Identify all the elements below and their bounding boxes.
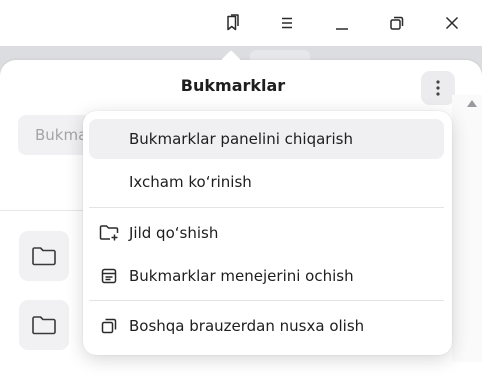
scroll-area — [452, 95, 482, 362]
minimize-icon[interactable] — [327, 8, 357, 38]
bookmark-manager-icon — [99, 267, 119, 285]
menu-item-show-bookmarks-bar[interactable]: Bukmarklar panelini chiqarish — [89, 119, 444, 159]
bookmarks-context-menu: Bukmarklar panelini chiqarish Ixcham ko‘… — [83, 111, 452, 355]
restore-icon[interactable] — [382, 8, 412, 38]
menu-item-compact-view[interactable]: Ixcham ko‘rinish — [89, 162, 444, 202]
folder-icon[interactable] — [19, 231, 69, 281]
menu-separator — [89, 300, 444, 301]
panel-title: Bukmarklar — [180, 76, 286, 95]
more-options-button[interactable] — [421, 71, 455, 105]
add-folder-icon — [99, 224, 119, 242]
menu-item-add-folder[interactable]: Jild qo‘shish — [89, 213, 444, 253]
menu-item-open-bookmark-manager[interactable]: Bukmarklar menejerini ochish — [89, 256, 444, 296]
more-vertical-icon — [436, 80, 440, 96]
folder-icon[interactable] — [19, 300, 69, 350]
menu-item-label: Jild qo‘shish — [129, 224, 219, 242]
divider — [0, 210, 84, 211]
close-icon[interactable] — [437, 8, 467, 38]
menu-item-label: Bukmarklar menejerini ochish — [129, 267, 354, 285]
menu-icon[interactable] — [272, 8, 302, 38]
menu-item-label: Boshqa brauzerdan nusxa olish — [129, 317, 365, 335]
menu-item-label: Ixcham ko‘rinish — [129, 173, 252, 191]
menu-item-label: Bukmarklar panelini chiqarish — [129, 130, 353, 148]
bookmarks-icon[interactable] — [217, 8, 247, 38]
scroll-up-icon[interactable] — [466, 98, 478, 108]
copy-icon — [99, 317, 119, 335]
menu-item-import-from-browser[interactable]: Boshqa brauzerdan nusxa olish — [89, 306, 444, 346]
menu-separator — [89, 207, 444, 208]
